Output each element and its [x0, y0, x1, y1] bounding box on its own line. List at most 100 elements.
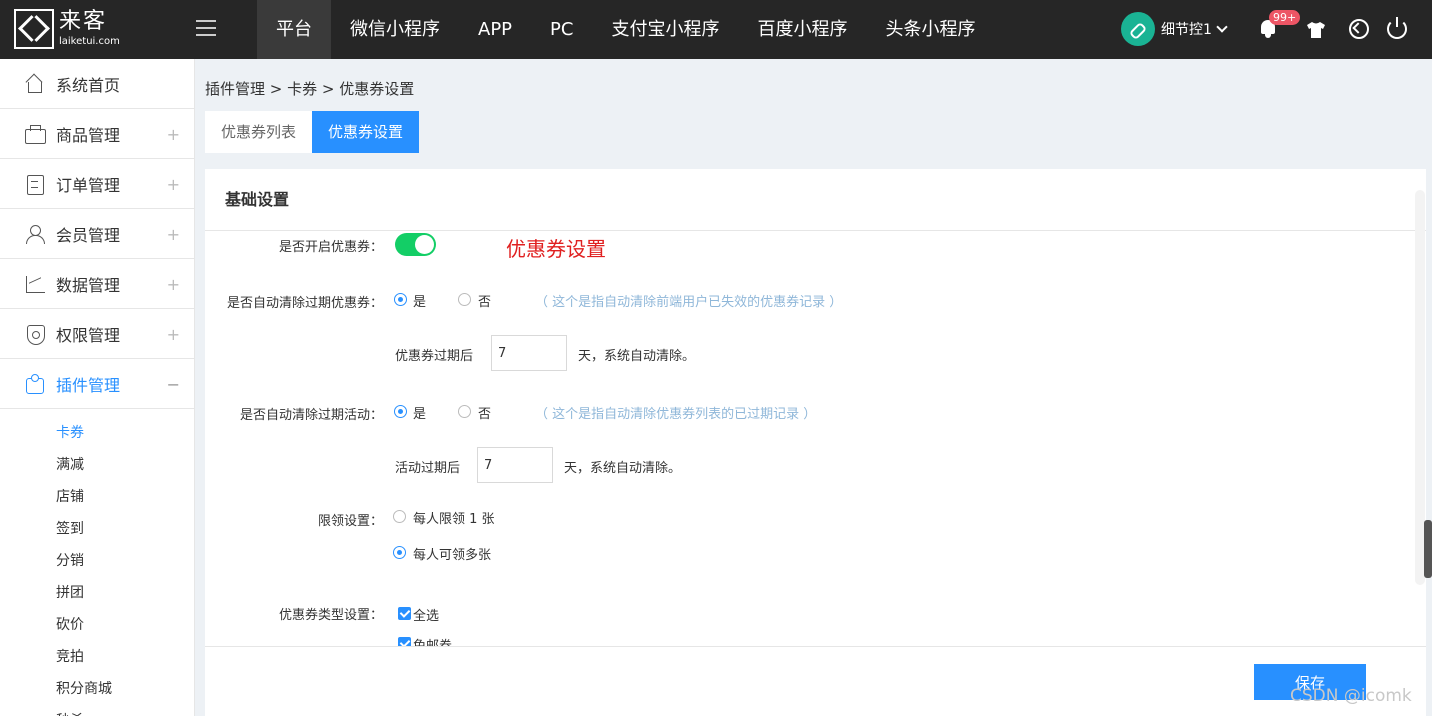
nav-baidu-miniprogram[interactable]: 百度小程序: [738, 0, 866, 59]
expand-plus-icon[interactable]: +: [167, 325, 180, 344]
line-chart-icon: [25, 274, 45, 294]
tab-coupon-list[interactable]: 优惠券列表: [205, 111, 313, 153]
coupon-type-label: 优惠券类型设置：: [278, 608, 383, 623]
sidebar-item-permissions[interactable]: 权限管理 +: [0, 309, 194, 359]
top-bar: 来客 laiketui.com 平台 微信小程序 APP PC 支付宝小程序 百…: [0, 0, 1432, 59]
sidebar-item-home[interactable]: 系统首页: [0, 59, 194, 109]
select-all-label: 全选: [413, 609, 440, 624]
limit-label: 限领设置：: [317, 514, 383, 529]
sidebar-item-members[interactable]: 会员管理 +: [0, 209, 194, 259]
limit-one-radio[interactable]: [393, 510, 406, 523]
sidebar-item-label: 系统首页: [56, 75, 121, 95]
tab-bar: 优惠券列表 优惠券设置: [205, 111, 420, 153]
sidebar-item-orders[interactable]: 订单管理 +: [0, 159, 194, 209]
puzzle-icon: [25, 373, 45, 394]
user-menu[interactable]: 细节控1: [1121, 12, 1228, 46]
link-avatar-icon: [1121, 12, 1155, 46]
sidebar-item-label: 权限管理: [56, 325, 121, 345]
auto-clear-coupon-label: 是否自动清除过期优惠券：: [226, 296, 383, 311]
nav-app[interactable]: APP: [459, 0, 531, 59]
coupon-expire-prefix: 优惠券过期后: [395, 349, 474, 364]
shirt-icon[interactable]: [1306, 20, 1326, 40]
free-shipping-row: 免邮券: [395, 630, 515, 646]
free-shipping-label: 免邮券: [413, 635, 452, 646]
auto-clear-coupon-no-radio[interactable]: [458, 293, 471, 306]
brand-domain: laiketui.com: [59, 36, 120, 47]
scrollbar-thumb[interactable]: [1424, 520, 1432, 578]
activity-expire-prefix: 活动过期后: [395, 461, 461, 476]
home-icon: [25, 74, 45, 94]
submenu-item-coupon[interactable]: 卡券: [0, 417, 194, 449]
coupon-clear-hint: （ 这个是指自动清除前端用户已失效的优惠券记录 ）: [535, 295, 843, 310]
auto-clear-coupon-yes-radio[interactable]: [394, 293, 407, 306]
sidebar-item-label: 订单管理: [56, 175, 121, 195]
submenu-item-store[interactable]: 店铺: [0, 481, 194, 513]
sidebar-item-label: 商品管理: [56, 125, 121, 145]
plugin-submenu: 卡券 满减 店铺 签到 分销 拼团 砍价 竞拍 积分商城 秒杀: [0, 409, 194, 716]
notification-badge: 99+: [1269, 10, 1301, 25]
auto-clear-activity-label: 是否自动清除过期活动：: [239, 408, 383, 423]
hamburger-menu-icon[interactable]: [196, 20, 216, 38]
auto-clear-activity-yes-radio[interactable]: [394, 405, 407, 418]
submenu-item-points-mall[interactable]: 积分商城: [0, 673, 194, 705]
sidebar-item-label: 数据管理: [56, 275, 121, 295]
free-shipping-checkbox[interactable]: [398, 637, 411, 646]
logo-mark-icon: [14, 9, 54, 49]
shield-icon: [25, 324, 45, 345]
sidebar-item-products[interactable]: 商品管理 +: [0, 109, 194, 159]
radio-label-no: 否: [478, 295, 492, 310]
sidebar: 系统首页 商品管理 + 订单管理 + 会员管理 + 数据管理 + 权限管理 + …: [0, 59, 195, 716]
submenu-item-flash-sale[interactable]: 秒杀: [0, 705, 194, 716]
tab-coupon-settings[interactable]: 优惠券设置: [312, 111, 420, 153]
clipboard-icon: [25, 174, 45, 195]
panel-title: 基础设置: [205, 169, 1426, 231]
footer-bar: [205, 646, 1426, 716]
coupon-expire-days-input[interactable]: [491, 335, 567, 371]
radio-label-no: 否: [478, 407, 492, 422]
nav-platform[interactable]: 平台: [257, 0, 331, 59]
limit-one-label: 每人限领 1 张: [413, 512, 495, 527]
brand-name: 来客: [59, 9, 108, 34]
radio-label-yes: 是: [413, 295, 427, 310]
submenu-item-auction[interactable]: 竞拍: [0, 641, 194, 673]
logo[interactable]: 来客 laiketui.com: [14, 9, 120, 49]
user-icon: [25, 224, 45, 244]
nav-wechat-miniprogram[interactable]: 微信小程序: [331, 0, 459, 59]
submenu-item-distribution[interactable]: 分销: [0, 545, 194, 577]
nav-pc[interactable]: PC: [531, 0, 592, 59]
enable-coupon-toggle[interactable]: [395, 233, 436, 256]
power-icon[interactable]: [1387, 17, 1407, 39]
enable-coupon-label: 是否开启优惠券：: [278, 240, 383, 255]
sidebar-item-plugins[interactable]: 插件管理 −: [0, 359, 194, 409]
coupon-expire-suffix: 天，系统自动清除。: [578, 349, 696, 364]
submenu-item-discount[interactable]: 满减: [0, 449, 194, 481]
expand-plus-icon[interactable]: +: [167, 175, 180, 194]
sidebar-item-label: 会员管理: [56, 225, 121, 245]
auto-clear-activity-no-radio[interactable]: [458, 405, 471, 418]
expand-plus-icon[interactable]: +: [167, 125, 180, 144]
expand-plus-icon[interactable]: +: [167, 225, 180, 244]
limit-multi-radio[interactable]: [393, 546, 406, 559]
watermark: CSDN @icomk: [1290, 686, 1412, 706]
nav-toutiao-miniprogram[interactable]: 头条小程序: [866, 0, 994, 59]
chevron-down-icon: [1216, 21, 1228, 33]
annotation-text: 优惠券设置: [506, 237, 606, 261]
breadcrumb: 插件管理 > 卡券 > 优惠券设置: [205, 80, 415, 98]
top-nav: 平台 微信小程序 APP PC 支付宝小程序 百度小程序 头条小程序: [257, 0, 994, 59]
activity-expire-days-input[interactable]: [477, 447, 553, 483]
user-name: 细节控1: [1161, 22, 1212, 38]
nav-alipay-miniprogram[interactable]: 支付宝小程序: [592, 0, 738, 59]
submenu-item-bargain[interactable]: 砍价: [0, 609, 194, 641]
activity-expire-suffix: 天，系统自动清除。: [564, 461, 682, 476]
activity-clear-hint: （ 这个是指自动清除优惠券列表的已过期记录 ）: [535, 407, 817, 422]
expand-plus-icon[interactable]: +: [167, 275, 180, 294]
briefcase-icon: [25, 124, 46, 144]
sidebar-item-label: 插件管理: [56, 375, 121, 395]
limit-multi-label: 每人可领多张: [413, 548, 492, 563]
collapse-minus-icon[interactable]: −: [167, 375, 180, 394]
undo-icon[interactable]: [1349, 19, 1369, 39]
select-all-checkbox[interactable]: [398, 607, 411, 620]
submenu-item-groupbuy[interactable]: 拼团: [0, 577, 194, 609]
submenu-item-signin[interactable]: 签到: [0, 513, 194, 545]
sidebar-item-data[interactable]: 数据管理 +: [0, 259, 194, 309]
